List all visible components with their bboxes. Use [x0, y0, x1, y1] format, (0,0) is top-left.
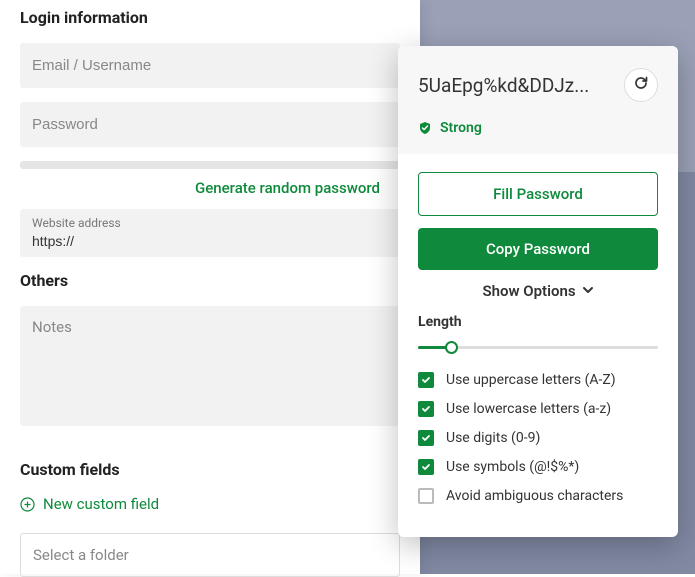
- length-label: Length: [418, 314, 658, 330]
- copy-password-button[interactable]: Copy Password: [418, 228, 658, 270]
- show-options-toggle[interactable]: Show Options: [418, 282, 658, 300]
- form-panel: Login information Generate random passwo…: [0, 0, 420, 574]
- checkbox[interactable]: [418, 401, 434, 417]
- option-row[interactable]: Use symbols (@!$%*): [418, 459, 658, 475]
- option-row[interactable]: Avoid ambiguous characters: [418, 488, 658, 504]
- length-slider[interactable]: [418, 340, 658, 354]
- password-input[interactable]: [20, 102, 400, 147]
- strength-indicator: Strong: [418, 120, 658, 136]
- shield-check-icon: [418, 121, 432, 135]
- option-label: Use lowercase letters (a-z): [446, 401, 611, 417]
- new-custom-field-link[interactable]: New custom field: [20, 495, 400, 513]
- regenerate-button[interactable]: [624, 68, 658, 102]
- option-row[interactable]: Use digits (0-9): [418, 430, 658, 446]
- website-field-wrapper: Website address: [20, 209, 400, 257]
- option-label: Use uppercase letters (A-Z): [446, 372, 616, 388]
- option-row[interactable]: Use uppercase letters (A-Z): [418, 372, 658, 388]
- option-row[interactable]: Use lowercase letters (a-z): [418, 401, 658, 417]
- folder-select[interactable]: Select a folder: [20, 533, 400, 577]
- checkbox[interactable]: [418, 488, 434, 504]
- password-field-wrapper: [20, 102, 400, 147]
- chevron-down-icon: [582, 282, 594, 300]
- checkbox[interactable]: [418, 459, 434, 475]
- login-section-title: Login information: [20, 8, 400, 27]
- option-label: Use symbols (@!$%*): [446, 459, 579, 475]
- option-label: Avoid ambiguous characters: [446, 488, 623, 504]
- notes-textarea[interactable]: [20, 306, 400, 426]
- fill-password-button[interactable]: Fill Password: [418, 172, 658, 216]
- website-label: Website address: [32, 216, 121, 230]
- others-section-title: Others: [20, 271, 400, 290]
- checkbox[interactable]: [418, 430, 434, 446]
- slider-thumb[interactable]: [445, 341, 458, 354]
- custom-fields-section-title: Custom fields: [20, 460, 400, 479]
- strength-label: Strong: [440, 120, 482, 136]
- new-custom-field-label: New custom field: [43, 495, 159, 513]
- email-input[interactable]: [20, 43, 400, 88]
- plus-circle-icon: [20, 497, 35, 512]
- generated-password-preview: 5UaEpg%kd&DDJz...: [418, 74, 589, 97]
- password-generator-popup: 5UaEpg%kd&DDJz... Strong Fill Password C…: [398, 46, 678, 537]
- checkbox[interactable]: [418, 372, 434, 388]
- popup-body: Fill Password Copy Password Show Options…: [398, 154, 678, 537]
- refresh-icon: [633, 75, 649, 95]
- email-field-wrapper: [20, 43, 400, 88]
- show-options-label: Show Options: [482, 282, 575, 300]
- password-strength-bar: [20, 161, 400, 169]
- popup-header: 5UaEpg%kd&DDJz... Strong: [398, 46, 678, 154]
- generate-password-link[interactable]: Generate random password: [20, 179, 400, 197]
- option-label: Use digits (0-9): [446, 430, 540, 446]
